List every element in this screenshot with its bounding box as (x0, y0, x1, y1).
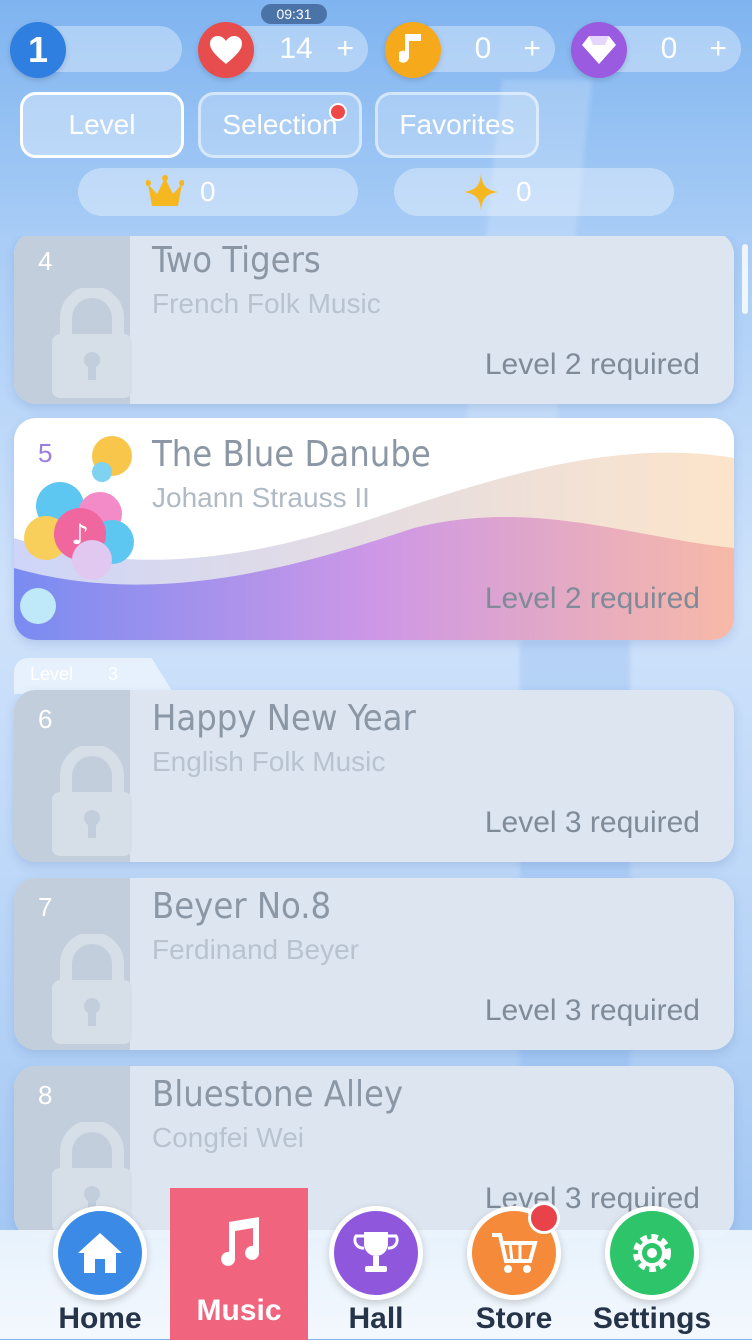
lives-stat[interactable]: 14 + (198, 22, 368, 78)
song-index: 4 (38, 246, 53, 276)
tab-selection-label: Selection (222, 109, 338, 140)
trophy-icon (329, 1206, 423, 1300)
music-notes-icon (189, 1192, 289, 1292)
diamond-icon (571, 22, 627, 78)
nav-settings-label: Settings (592, 1302, 712, 1335)
song-artist: Ferdinand Beyer (152, 934, 360, 965)
store-notification-dot (528, 1202, 560, 1234)
lock-icon (52, 746, 132, 856)
tab-selection[interactable]: Selection (198, 92, 362, 158)
player-level-stat[interactable]: 1 (10, 22, 182, 78)
song-index: 8 (38, 1080, 53, 1110)
star-counter: 0 (394, 168, 674, 216)
gear-icon (605, 1206, 699, 1300)
song-artist: Congfei Wei (152, 1122, 305, 1153)
song-list[interactable]: 4 Two Tigers French Folk Music Level 2 r… (0, 236, 752, 1240)
heart-icon (198, 22, 254, 78)
song-artist: French Folk Music (152, 288, 381, 319)
nav-music[interactable]: Music (170, 1188, 308, 1340)
notification-dot (329, 103, 347, 121)
star-count: 0 (516, 176, 532, 207)
notes-stat[interactable]: 0 + (385, 22, 555, 78)
crown-count: 0 (200, 176, 216, 207)
svg-text:♪: ♪ (71, 518, 89, 551)
bottom-nav: Home Music Hall Store Settings (0, 1188, 752, 1340)
song-requirement: Level 3 required (484, 994, 700, 1027)
nav-home-label: Home (58, 1302, 142, 1335)
song-requirement: Level 2 required (484, 348, 700, 381)
nav-store-label: Store (475, 1302, 553, 1335)
song-requirement: Level 3 required (484, 806, 700, 839)
add-gems-button[interactable]: + (709, 26, 727, 72)
level-group-label: Level (30, 664, 74, 684)
song-title: Beyer No.8 (152, 886, 332, 927)
lives-count: 14 (279, 32, 313, 65)
crown-counter: 0 (78, 168, 358, 216)
gems-stat[interactable]: 0 + (571, 22, 741, 78)
song-card-two-tigers[interactable]: 4 Two Tigers French Folk Music Level 2 r… (14, 236, 734, 404)
lock-icon (52, 934, 132, 1044)
song-artist: English Folk Music (152, 746, 386, 777)
nav-store[interactable]: Store (454, 1202, 574, 1336)
tab-level[interactable]: Level (20, 92, 184, 158)
nav-home[interactable]: Home (40, 1206, 160, 1336)
song-index: 7 (38, 892, 53, 922)
status-clock: 09:31 (261, 4, 327, 24)
lock-icon (52, 288, 132, 398)
song-index: 5 (38, 438, 53, 468)
add-notes-button[interactable]: + (523, 26, 541, 72)
gems-count: 0 (660, 32, 678, 65)
song-card-beyer-no8[interactable]: 7 Beyer No.8 Ferdinand Beyer Level 3 req… (14, 878, 734, 1050)
song-title: Two Tigers (152, 240, 321, 281)
tab-favorites[interactable]: Favorites (375, 92, 539, 158)
song-requirement: Level 2 required (484, 582, 700, 615)
notes-count: 0 (474, 32, 492, 65)
music-note-icon (385, 22, 441, 78)
nav-music-label: Music (196, 1294, 282, 1327)
nav-hall[interactable]: Hall (316, 1206, 436, 1336)
level-group-tag: Level 3 (14, 658, 174, 694)
level-group-number: 3 (108, 664, 119, 684)
song-card-blue-danube[interactable]: ♪ 5 The Blue Danube Johann Strauss II Le… (14, 418, 734, 640)
song-card-happy-new-year[interactable]: 6 Happy New Year English Folk Music Leve… (14, 690, 734, 862)
crown-icon (146, 175, 184, 206)
song-title: The Blue Danube (152, 434, 431, 475)
sparkle-star-icon (464, 174, 498, 210)
player-level-badge: 1 (10, 22, 66, 78)
song-title: Happy New Year (152, 698, 416, 739)
song-artist: Johann Strauss II (152, 482, 370, 513)
nav-settings[interactable]: Settings (592, 1206, 712, 1336)
home-icon (53, 1206, 147, 1300)
nav-hall-label: Hall (348, 1302, 404, 1335)
song-index: 6 (38, 704, 53, 734)
add-lives-button[interactable]: + (336, 26, 354, 72)
song-title: Bluestone Alley (152, 1074, 404, 1115)
list-scrollbar[interactable] (742, 244, 748, 314)
